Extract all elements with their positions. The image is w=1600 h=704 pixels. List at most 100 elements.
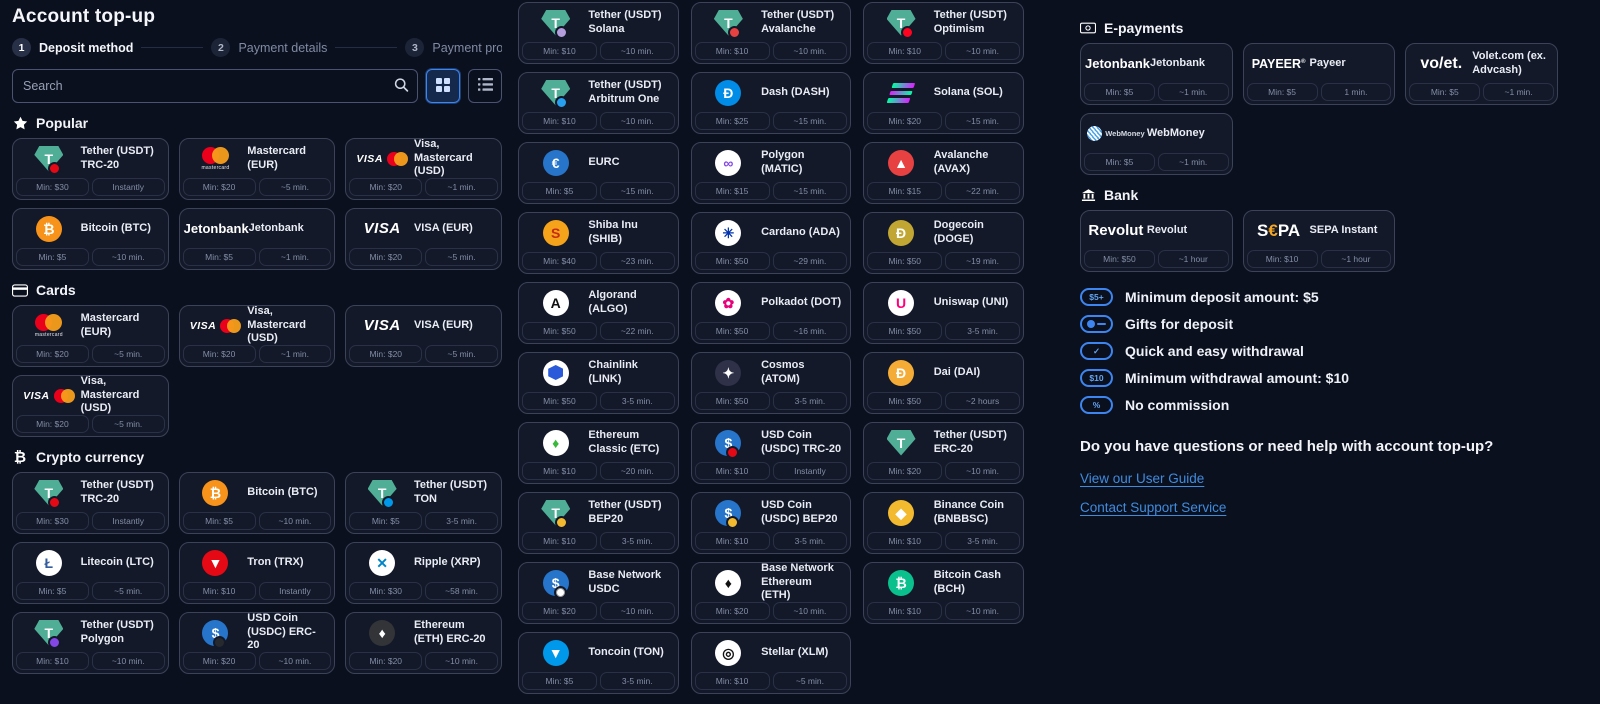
- card-revolut[interactable]: Revolut Revolut Min: $50 ~1 hour: [1080, 210, 1233, 272]
- min-amount: Min: $5: [183, 512, 256, 530]
- card-dash-dash[interactable]: Ð Dash (DASH) Min: $25 ~15 min.: [691, 72, 852, 134]
- card-tether-usdt-trc-20[interactable]: T Tether (USDT) TRC-20 Min: $30 Instantl…: [12, 138, 169, 200]
- contact-support-link[interactable]: Contact Support Service: [1080, 500, 1226, 515]
- payment-method-name: Toncoin (TON): [588, 646, 671, 660]
- card-litecoin-ltc[interactable]: Ł Litecoin (LTC) Min: $5 ~5 min.: [12, 542, 169, 604]
- step-number: 2: [211, 38, 230, 57]
- card-bitcoin-btc[interactable]: ₿ Bitcoin (BTC) Min: $5 ~10 min.: [179, 472, 336, 534]
- card-algorand-algo[interactable]: A Algorand (ALGO) Min: $50 ~22 min.: [518, 282, 679, 344]
- card-bitcoin-btc[interactable]: ₿ Bitcoin (BTC) Min: $5 ~10 min.: [12, 208, 169, 270]
- card-polkadot-dot[interactable]: ✿ Polkadot (DOT) Min: $50 ~16 min.: [691, 282, 852, 344]
- processing-time: ~5 min.: [92, 345, 165, 363]
- card-top: $ Base Network USDC: [519, 563, 678, 602]
- payment-method-name: USD Coin (USDC) BEP20: [761, 499, 844, 527]
- feature-text: No commission: [1125, 397, 1229, 413]
- card-bottom: Min: $50 3-5 min.: [692, 392, 851, 413]
- card-solana-sol[interactable]: Solana (SOL) Min: $20 ~15 min.: [863, 72, 1024, 134]
- min-amount: Min: $20: [183, 178, 256, 196]
- card-top: T Tether (USDT) TRC-20: [13, 473, 168, 512]
- card-sepa-instant[interactable]: S€PA SEPA Instant Min: $10 ~1 hour: [1243, 210, 1396, 272]
- card-ripple-xrp[interactable]: ✕ Ripple (XRP) Min: $30 ~58 min.: [345, 542, 502, 604]
- card-top: ₿ Bitcoin (BTC): [13, 209, 168, 248]
- search-box: [12, 69, 418, 103]
- section-title: Popular: [36, 115, 88, 131]
- card-visa-mastercard-usd[interactable]: VISA Visa, Mastercard (USD) Min: $20 ~1 …: [345, 138, 502, 200]
- card-visa-mastercard-usd[interactable]: VISA Visa, Mastercard (USD) Min: $20 ~1 …: [179, 305, 336, 367]
- min-amount: Min: $10: [16, 652, 89, 670]
- card-bottom: Min: $50 ~1 hour: [1081, 250, 1232, 271]
- card-shiba-inu-shib[interactable]: S Shiba Inu (SHIB) Min: $40 ~23 min.: [518, 212, 679, 274]
- card-polygon-matic[interactable]: ∞ Polygon (MATIC) Min: $15 ~15 min.: [691, 142, 852, 204]
- card-ethereum-classic-etc[interactable]: ♦ Ethereum Classic (ETC) Min: $10 ~20 mi…: [518, 422, 679, 484]
- step-deposit-method[interactable]: 1 Deposit method: [12, 38, 133, 57]
- payment-method-name: Stellar (XLM): [761, 646, 844, 660]
- tether-usdt-bep20-icon: T: [541, 500, 570, 526]
- card-top: WebMoney WebMoney: [1081, 114, 1232, 153]
- card-jetonbank[interactable]: Jetonbank Jetonbank Min: $5 ~1 min.: [1080, 43, 1233, 105]
- card-stellar-xlm[interactable]: ◎ Stellar (XLM) Min: $10 ~5 min.: [691, 632, 852, 694]
- processing-time: 3-5 min.: [773, 532, 848, 550]
- card-chainlink-link[interactable]: Chainlink (LINK) Min: $50 3-5 min.: [518, 352, 679, 414]
- card-top: VISA Visa, Mastercard (USD): [180, 306, 335, 345]
- card-top: VISA VISA (EUR): [346, 209, 501, 248]
- card-base-network-ethereum-eth[interactable]: ♦ Base Network Ethereum (ETH) Min: $20 ~…: [691, 562, 852, 624]
- min-amount: Min: $20: [349, 248, 422, 266]
- card-cardano-ada[interactable]: ✳ Cardano (ADA) Min: $50 ~29 min.: [691, 212, 852, 274]
- payment-method-name: Volet.com (ex. Advcash): [1472, 50, 1551, 78]
- card-cosmos-atom[interactable]: ✦ Cosmos (ATOM) Min: $50 3-5 min.: [691, 352, 852, 414]
- step-payment-details[interactable]: 2 Payment details: [211, 38, 327, 57]
- card-tether-usdt-avalanche[interactable]: T Tether (USDT) Avalanche Min: $10 ~10 m…: [691, 2, 852, 64]
- algorand-icon: A: [543, 290, 569, 316]
- grid-view-button[interactable]: [426, 69, 460, 103]
- visa-mastercard-icon: VISA: [356, 152, 408, 166]
- card-avalanche-avax[interactable]: ▲ Avalanche (AVAX) Min: $15 ~22 min.: [863, 142, 1024, 204]
- card-dai-dai[interactable]: Ð Dai (DAI) Min: $50 ~2 hours: [863, 352, 1024, 414]
- card-payeer[interactable]: PAYEER® Payeer Min: $5 1 min.: [1243, 43, 1396, 105]
- card-visa-mastercard-usd[interactable]: VISA Visa, Mastercard (USD) Min: $20 ~5 …: [12, 375, 169, 437]
- card-tron-trx[interactable]: ▼ Tron (TRX) Min: $10 Instantly: [179, 542, 336, 604]
- card-toncoin-ton[interactable]: ▼ Toncoin (TON) Min: $5 3-5 min.: [518, 632, 679, 694]
- card-tether-usdt-ton[interactable]: T Tether (USDT) TON Min: $5 3-5 min.: [345, 472, 502, 534]
- card-uniswap-uni[interactable]: U Uniswap (UNI) Min: $50 3-5 min.: [863, 282, 1024, 344]
- payment-method-name: Bitcoin Cash (BCH): [934, 569, 1017, 597]
- card-tether-usdt-optimism[interactable]: T Tether (USDT) Optimism Min: $10 ~10 mi…: [863, 2, 1024, 64]
- card-jetonbank[interactable]: Jetonbank Jetonbank Min: $5 ~1 min.: [179, 208, 336, 270]
- card-bitcoin-cash-bch[interactable]: ₿ Bitcoin Cash (BCH) Min: $10 ~10 min.: [863, 562, 1024, 624]
- card-tether-usdt-bep20[interactable]: T Tether (USDT) BEP20 Min: $10 3-5 min.: [518, 492, 679, 554]
- min-withdrawal-icon: $10: [1080, 369, 1113, 387]
- card-tether-usdt-polygon[interactable]: T Tether (USDT) Polygon Min: $10 ~10 min…: [12, 612, 169, 674]
- card-webmoney[interactable]: WebMoney WebMoney Min: $5 ~1 min.: [1080, 113, 1233, 175]
- card-volet-com-ex-advcash[interactable]: vo/et. Volet.com (ex. Advcash) Min: $5 ~…: [1405, 43, 1558, 105]
- search-input[interactable]: [12, 69, 418, 103]
- min-amount: Min: $5: [522, 672, 597, 690]
- min-amount: Min: $5: [522, 182, 597, 200]
- card-usd-coin-usdc-bep20[interactable]: $ USD Coin (USDC) BEP20 Min: $10 3-5 min…: [691, 492, 852, 554]
- card-binance-coin-bnbbsc[interactable]: ◆ Binance Coin (BNBBSC) Min: $10 3-5 min…: [863, 492, 1024, 554]
- card-base-network-usdc[interactable]: $ Base Network USDC Min: $20 ~10 min.: [518, 562, 679, 624]
- card-dogecoin-doge[interactable]: Ð Dogecoin (DOGE) Min: $50 ~19 min.: [863, 212, 1024, 274]
- card-tether-usdt-arbitrum-one[interactable]: T Tether (USDT) Arbitrum One Min: $10 ~1…: [518, 72, 679, 134]
- card-top: ▼ Tron (TRX): [180, 543, 335, 582]
- card-visa-eur[interactable]: VISA VISA (EUR) Min: $20 ~5 min.: [345, 208, 502, 270]
- list-view-button[interactable]: [468, 69, 502, 103]
- payment-method-name: USD Coin (USDC) ERC-20: [247, 612, 328, 653]
- card-bottom: Min: $5 1 min.: [1244, 83, 1395, 104]
- bitcoin-cash-icon: ₿: [888, 570, 914, 596]
- card-tether-usdt-erc-20[interactable]: T Tether (USDT) ERC-20 Min: $20 ~10 min.: [863, 422, 1024, 484]
- card-eurc[interactable]: € EURC Min: $5 ~15 min.: [518, 142, 679, 204]
- card-tether-usdt-trc-20[interactable]: T Tether (USDT) TRC-20 Min: $30 Instantl…: [12, 472, 169, 534]
- card-mastercard-eur[interactable]: mastercard Mastercard (EUR) Min: $20 ~5 …: [179, 138, 336, 200]
- card-usd-coin-usdc-erc-20[interactable]: $ USD Coin (USDC) ERC-20 Min: $20 ~10 mi…: [179, 612, 336, 674]
- card-tether-usdt-solana[interactable]: T Tether (USDT) Solana Min: $10 ~10 min.: [518, 2, 679, 64]
- card-bottom: Min: $10 ~10 min.: [519, 112, 678, 133]
- step-payment-process[interactable]: 3 Payment proces: [405, 38, 502, 57]
- user-guide-link[interactable]: View our User Guide: [1080, 471, 1204, 486]
- card-visa-eur[interactable]: VISA VISA (EUR) Min: $20 ~5 min.: [345, 305, 502, 367]
- card-bottom: Min: $20 ~5 min.: [13, 345, 168, 366]
- card-usd-coin-usdc-trc-20[interactable]: $ USD Coin (USDC) TRC-20 Min: $10 Instan…: [691, 422, 852, 484]
- crypto-grid-continued: T Tether (USDT) Solana Min: $10 ~10 min.…: [518, 2, 1024, 694]
- card-top: Ł Litecoin (LTC): [13, 543, 168, 582]
- card-mastercard-eur[interactable]: mastercard Mastercard (EUR) Min: $20 ~5 …: [12, 305, 169, 367]
- card-top: vo/et. Volet.com (ex. Advcash): [1406, 44, 1557, 83]
- card-ethereum-eth-erc-20[interactable]: ♦ Ethereum (ETH) ERC-20 Min: $20 ~10 min…: [345, 612, 502, 674]
